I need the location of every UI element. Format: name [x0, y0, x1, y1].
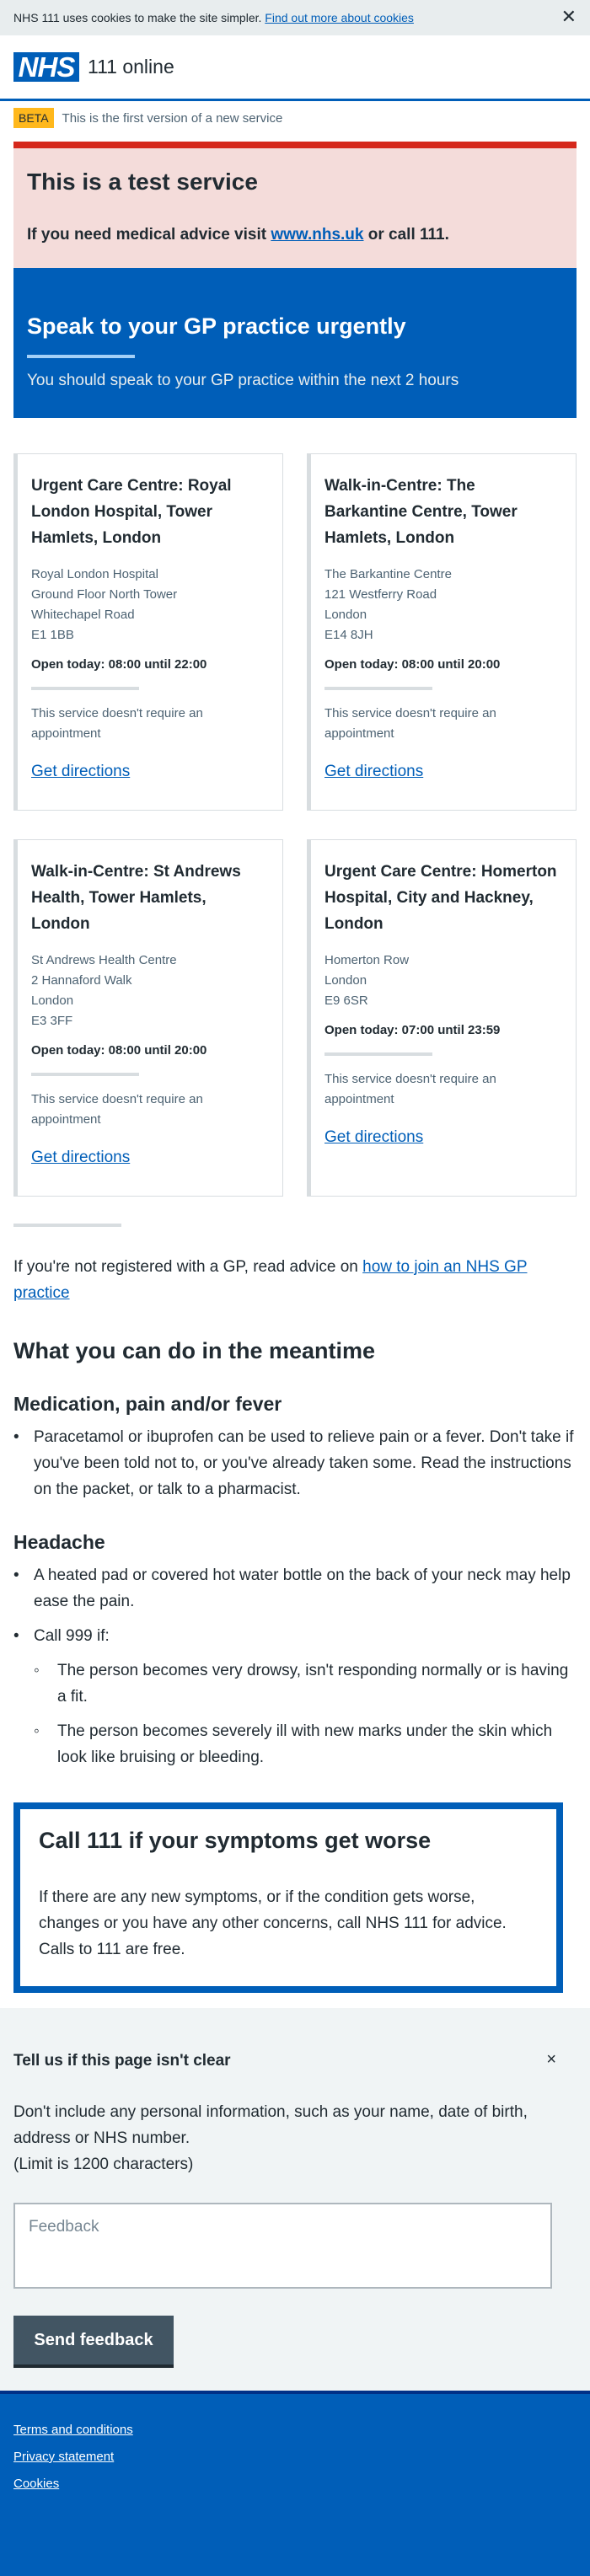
service-name: Walk-in-Centre: St Andrews Health, Tower… — [31, 863, 241, 933]
test-service-text-before: If you need medical advice visit — [27, 226, 271, 244]
service-address: The Barkantine Centre 121 Westferry Road… — [324, 565, 562, 645]
service-card: Urgent Care Centre: Royal London Hospita… — [13, 453, 283, 811]
appointment-note: This service doesn't require an appointm… — [324, 1072, 496, 1106]
terms-link[interactable]: Terms and conditions — [13, 2423, 133, 2437]
address-line: London — [324, 973, 367, 988]
address-postcode: E3 3FF — [31, 1014, 73, 1028]
gp-advice-text: If you're not registered with a GP, read… — [13, 1258, 363, 1276]
footer-item: Terms and conditions — [13, 2423, 577, 2437]
address-line: Homerton Row — [324, 953, 410, 967]
footer-item: Cookies — [13, 2477, 577, 2491]
service-card: Walk-in-Centre: The Barkantine Centre, T… — [307, 453, 577, 811]
address-line: Whitechapel Road — [31, 608, 135, 622]
call-999-label: Call 999 if: — [34, 1627, 110, 1645]
result-banner: Speak to your GP practice urgently You s… — [13, 268, 577, 418]
test-service-text: If you need medical advice visit www.nhs… — [27, 226, 563, 244]
service-address: Homerton Row London E9 6SR — [324, 951, 562, 1011]
service-name: Urgent Care Centre: Homerton Hospital, C… — [324, 863, 557, 933]
get-directions-link[interactable]: Get directions — [31, 1149, 269, 1167]
address-line: St Andrews Health Centre — [31, 953, 177, 967]
beta-tag: BETA — [13, 108, 54, 128]
beta-banner: BETA This is the first version of a new … — [0, 101, 590, 135]
get-directions-link[interactable]: Get directions — [31, 763, 269, 781]
service-name: Walk-in-Centre: The Barkantine Centre, T… — [324, 477, 518, 547]
feedback-limit-text: (Limit is 1200 characters) — [13, 2156, 194, 2173]
result-divider — [27, 355, 135, 358]
call-111-care-card: Call 111 if your symptoms get worse If t… — [13, 1802, 563, 1993]
nhs-logo[interactable]: NHS — [13, 51, 79, 83]
opening-times: Open today: 08:00 until 22:00 — [31, 657, 207, 672]
site-header: NHS 111 online — [0, 35, 590, 101]
get-directions-link[interactable]: Get directions — [324, 763, 562, 781]
address-line: 2 Hannaford Walk — [31, 973, 132, 988]
footer-item: Privacy statement — [13, 2450, 577, 2464]
test-service-title: This is a test service — [27, 169, 258, 195]
call-999-list: The person becomes very drowsy, isn't re… — [34, 1658, 577, 1770]
service-address: Royal London Hospital Ground Floor North… — [31, 565, 269, 645]
meantime-heading: What you can do in the meantime — [13, 1338, 376, 1363]
send-feedback-button[interactable]: Send feedback — [13, 2316, 174, 2364]
section-divider — [13, 1224, 121, 1227]
nhs-uk-link[interactable]: www.nhs.uk — [271, 226, 363, 244]
opening-times: Open today: 08:00 until 20:00 — [31, 1043, 207, 1058]
cookie-banner: NHS 111 uses cookies to make the site si… — [0, 0, 590, 35]
card-divider — [31, 1073, 139, 1076]
card-divider — [324, 687, 432, 690]
feedback-privacy-text: Don't include any personal information, … — [13, 2103, 528, 2147]
list-item: A heated pad or covered hot water bottle… — [13, 1562, 577, 1615]
footer-links: Terms and conditions Privacy statement C… — [13, 2423, 577, 2491]
list-item: The person becomes severely ill with new… — [34, 1718, 577, 1770]
opening-times: Open today: 07:00 until 23:59 — [324, 1023, 501, 1037]
beta-text: This is the first version of a new servi… — [62, 110, 283, 126]
privacy-link[interactable]: Privacy statement — [13, 2450, 114, 2464]
close-icon[interactable]: × — [546, 2050, 556, 2070]
medication-list: Paracetamol or ibuprofen can be used to … — [13, 1424, 577, 1502]
feedback-input[interactable] — [13, 2203, 552, 2289]
cookies-link[interactable]: Cookies — [13, 2477, 59, 2491]
address-postcode: E14 8JH — [324, 628, 373, 642]
page-title: Speak to your GP practice urgently — [27, 313, 406, 339]
result-subtitle: You should speak to your GP practice wit… — [27, 372, 459, 389]
card-divider — [324, 1052, 432, 1056]
appointment-note: This service doesn't require an appointm… — [324, 706, 496, 741]
address-line: The Barkantine Centre — [324, 567, 452, 581]
cookie-info-link[interactable]: Find out more about cookies — [265, 11, 414, 24]
appointment-note: This service doesn't require an appointm… — [31, 1092, 203, 1127]
address-postcode: E9 6SR — [324, 993, 368, 1008]
address-postcode: E1 1BB — [31, 628, 74, 642]
test-service-callout: This is a test service If you need medic… — [13, 142, 577, 268]
headache-heading: Headache — [13, 1531, 105, 1553]
card-divider — [31, 687, 139, 690]
get-directions-link[interactable]: Get directions — [324, 1128, 562, 1147]
service-card: Urgent Care Centre: Homerton Hospital, C… — [307, 839, 577, 1197]
site-footer: Terms and conditions Privacy statement C… — [0, 2391, 590, 2576]
care-card-text: If there are any new symptoms, or if the… — [39, 1888, 507, 1958]
meantime-advice: What you can do in the meantime Medicati… — [0, 1338, 590, 1770]
headache-list: A heated pad or covered hot water bottle… — [13, 1562, 577, 1770]
address-line: Royal London Hospital — [31, 567, 158, 581]
medication-heading: Medication, pain and/or fever — [13, 1393, 282, 1415]
address-line: Ground Floor North Tower — [31, 587, 178, 602]
service-name: 111 online — [88, 56, 174, 78]
opening-times: Open today: 08:00 until 20:00 — [324, 657, 501, 672]
service-name: Urgent Care Centre: Royal London Hospita… — [31, 477, 232, 547]
test-service-text-after: or call 111. — [363, 226, 449, 244]
care-card-title: Call 111 if your symptoms get worse — [39, 1828, 432, 1853]
list-item: The person becomes very drowsy, isn't re… — [34, 1658, 577, 1710]
service-card: Walk-in-Centre: St Andrews Health, Tower… — [13, 839, 283, 1197]
address-line: London — [324, 608, 367, 622]
cookie-text: NHS 111 uses cookies to make the site si… — [13, 11, 262, 24]
address-line: 121 Westferry Road — [324, 587, 437, 602]
list-item: Paracetamol or ibuprofen can be used to … — [13, 1424, 577, 1502]
feedback-panel: Tell us if this page isn't clear × Don't… — [0, 2008, 590, 2391]
service-address: St Andrews Health Centre 2 Hannaford Wal… — [31, 951, 269, 1031]
feedback-hint: Don't include any personal information, … — [13, 2099, 577, 2177]
address-line: London — [31, 993, 74, 1008]
appointment-note: This service doesn't require an appointm… — [31, 706, 203, 741]
service-cards: Urgent Care Centre: Royal London Hospita… — [13, 453, 577, 1197]
call-999-item: Call 999 if: The person becomes very dro… — [13, 1623, 577, 1770]
gp-registration-advice: If you're not registered with a GP, read… — [13, 1254, 577, 1306]
feedback-title: Tell us if this page isn't clear — [13, 2052, 231, 2070]
close-icon[interactable]: ✕ — [561, 8, 577, 26]
